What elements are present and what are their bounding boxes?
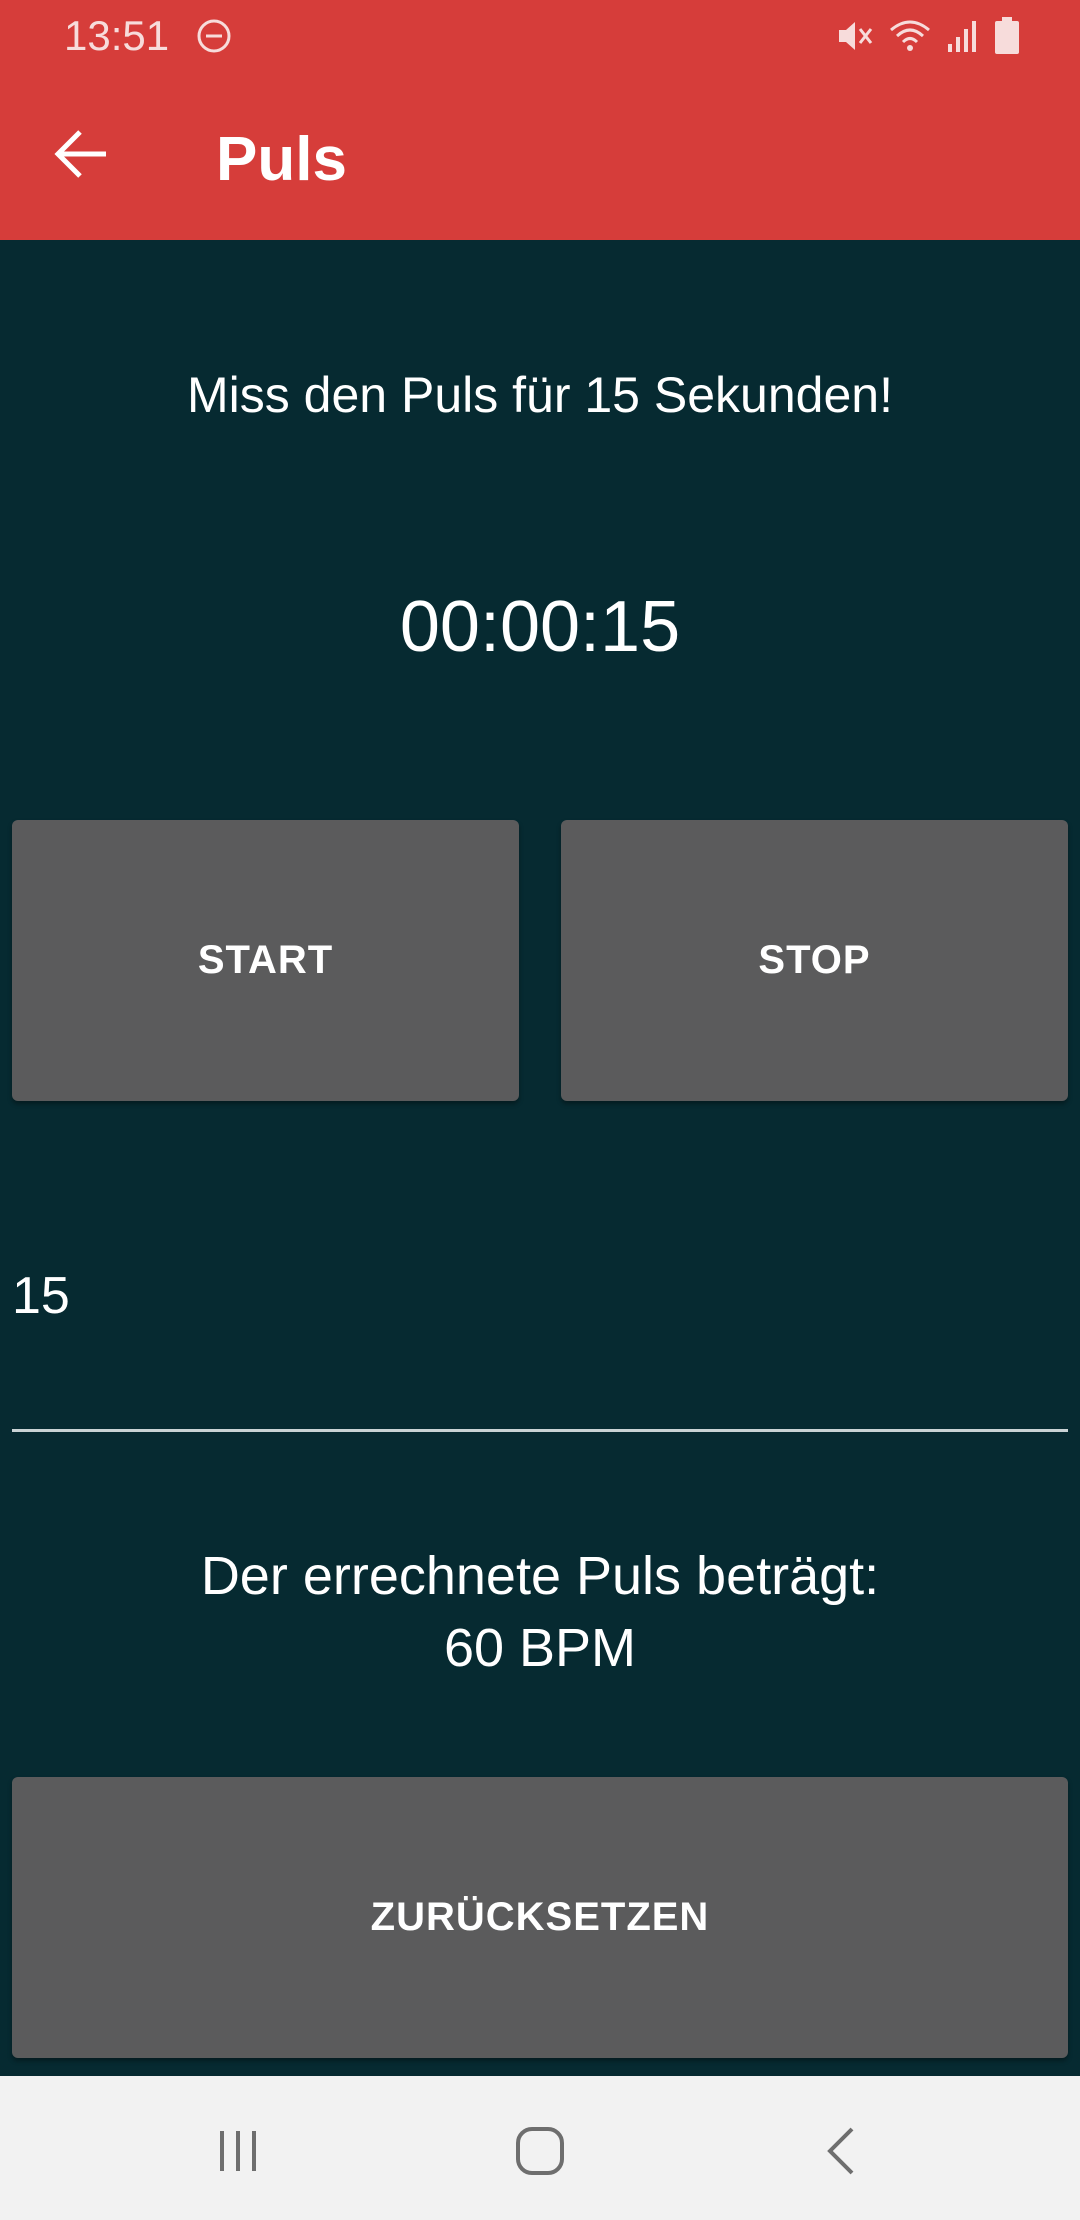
- status-time: 13:51: [64, 12, 170, 59]
- result-text: Der errechnete Puls beträgt: 60 BPM: [0, 1540, 1080, 1684]
- recent-apps-button[interactable]: [198, 2116, 278, 2186]
- page-title: Puls: [216, 125, 347, 194]
- mute-icon: [839, 22, 873, 50]
- status-icons: [836, 14, 1020, 58]
- system-back-button[interactable]: [802, 2116, 882, 2186]
- stop-button[interactable]: STOP: [561, 820, 1068, 1101]
- recent-apps-icon: [220, 2131, 256, 2171]
- pulse-count-input[interactable]: 15: [12, 1262, 1068, 1432]
- app-bar: 13:51 Puls: [0, 0, 1080, 240]
- wifi-icon: [890, 20, 930, 51]
- instruction-text: Miss den Puls für 15 Sekunden!: [187, 367, 893, 423]
- result-value: 60 BPM: [443, 1618, 637, 1678]
- timer-display: 00:00:15: [399, 587, 681, 667]
- home-button[interactable]: [500, 2116, 580, 2186]
- navigation-bar: [0, 2076, 1080, 2220]
- start-button[interactable]: START: [12, 820, 519, 1101]
- home-icon: [516, 2127, 564, 2175]
- reset-button[interactable]: ZURÜCKSETZEN: [12, 1777, 1068, 2058]
- status-bar: 13:51: [0, 0, 1080, 74]
- battery-icon: [995, 17, 1019, 54]
- do-not-disturb-icon: [197, 19, 231, 53]
- arrow-left-icon: [54, 130, 106, 178]
- back-nav-icon: [827, 2127, 854, 2175]
- signal-icon: [948, 21, 976, 52]
- back-button[interactable]: [44, 116, 120, 192]
- result-label: Der errechnete Puls beträgt:: [200, 1546, 880, 1606]
